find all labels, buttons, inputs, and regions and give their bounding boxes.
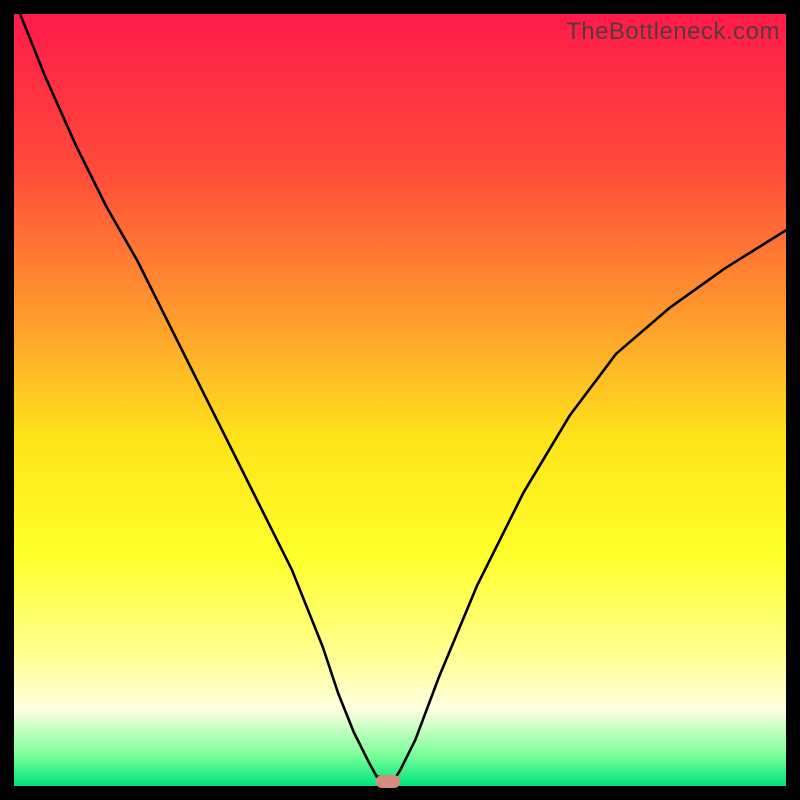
plot-area: TheBottleneck.com xyxy=(14,14,786,786)
bottleneck-curve xyxy=(14,14,786,786)
watermark-text: TheBottleneck.com xyxy=(566,18,780,46)
optimal-marker xyxy=(376,775,400,788)
